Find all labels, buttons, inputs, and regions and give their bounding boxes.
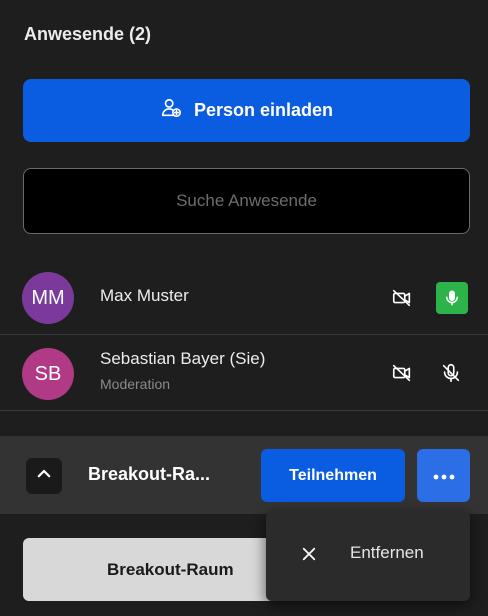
menu-item-label: Entfernen (350, 543, 424, 562)
camera-off-icon (389, 285, 415, 311)
join-button[interactable]: Teilnehmen (261, 449, 405, 502)
participants-panel: Anwesende (2) Person einladen MM Max Mus… (0, 0, 488, 616)
options-menu: Entfernen (266, 511, 470, 601)
participant-role: Moderation (100, 376, 171, 392)
microphone-on-icon[interactable] (436, 282, 468, 314)
close-icon (296, 541, 322, 567)
search-input[interactable] (24, 168, 469, 234)
breakout-room-name: Breakout-Ra... (88, 464, 211, 484)
microphone-off-icon (438, 360, 464, 386)
breakout-room-bar: Breakout-Ra... Teilnehmen (0, 436, 488, 514)
camera-off-icon (389, 360, 415, 386)
avatar: SB (22, 348, 74, 400)
invite-person-button[interactable]: Person einladen (23, 79, 470, 142)
invite-person-label: Person einladen (193, 100, 334, 120)
chevron-up-icon (35, 465, 53, 488)
collapse-button[interactable] (26, 458, 62, 494)
user-plus-icon (160, 97, 182, 124)
search-field (23, 168, 470, 234)
participant-row: SB Sebastian Bayer (Sie) Moderation (0, 335, 488, 411)
participant-name: Sebastian Bayer (Sie) (100, 349, 266, 368)
avatar: MM (22, 272, 74, 324)
participant-name: Max Muster (100, 286, 189, 305)
more-options-button[interactable] (417, 449, 470, 502)
more-horizontal-icon (433, 467, 455, 485)
panel-title: Anwesende (2) (24, 24, 152, 44)
participant-row: MM Max Muster (0, 262, 488, 335)
menu-item-remove[interactable]: Entfernen (266, 511, 470, 601)
